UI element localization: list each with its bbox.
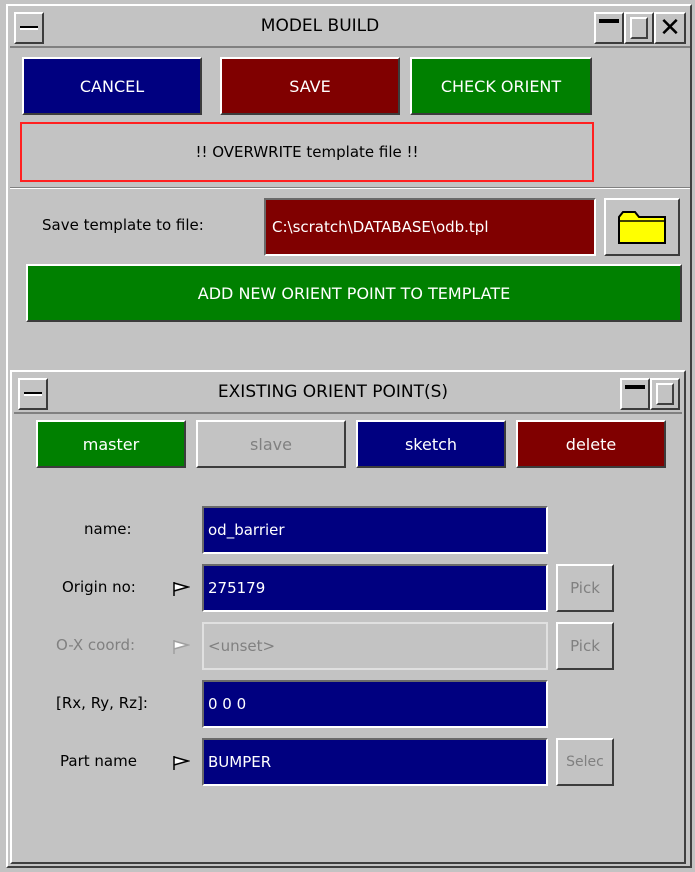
check-orient-button[interactable]: CHECK ORIENT: [410, 57, 592, 115]
close-icon: ✕: [659, 13, 681, 43]
window-title: MODEL BUILD: [260, 16, 380, 36]
overwrite-warning-text: !! OVERWRITE template file !!: [195, 143, 419, 161]
ox-flag-icon: [173, 640, 190, 654]
tab-sketch[interactable]: sketch: [356, 420, 506, 468]
folder-icon: [618, 211, 666, 244]
origin-pick-button[interactable]: Pick: [556, 564, 614, 612]
window-menu-icon: [20, 26, 38, 30]
sub-window-title: EXISTING ORIENT POINT(S): [217, 382, 449, 402]
minimize-icon: [599, 19, 619, 23]
overwrite-warning-frame: !! OVERWRITE template file !!: [20, 122, 594, 182]
tab-master[interactable]: master: [36, 420, 186, 468]
sub-window-menu-button[interactable]: [18, 378, 48, 410]
sub-maximize-button[interactable]: [650, 378, 680, 410]
sub-maximize-icon: [656, 383, 674, 405]
browse-folder-button[interactable]: [604, 198, 680, 256]
tab-delete[interactable]: delete: [516, 420, 666, 468]
rotation-field[interactable]: 0 0 0: [202, 680, 548, 728]
name-label: name:: [84, 520, 132, 538]
part-name-field[interactable]: BUMPER: [202, 738, 548, 786]
add-orient-point-button[interactable]: ADD NEW ORIENT POINT TO TEMPLATE: [26, 264, 682, 322]
sub-minimize-button[interactable]: [620, 378, 650, 410]
ox-pick-button[interactable]: Pick: [556, 622, 614, 670]
origin-label: Origin no:: [62, 578, 136, 596]
separator: [10, 187, 690, 189]
ox-coord-label: O-X coord:: [56, 636, 136, 654]
rotation-label: [Rx, Ry, Rz]:: [56, 694, 148, 712]
cancel-button[interactable]: CANCEL: [22, 57, 202, 115]
sub-title-bar[interactable]: EXISTING ORIENT POINT(S): [14, 374, 682, 414]
part-name-label: Part name: [60, 752, 137, 770]
part-flag-icon: [173, 756, 190, 770]
maximize-icon: [630, 17, 648, 39]
window-menu-button[interactable]: [14, 12, 44, 44]
save-template-label: Save template to file:: [42, 216, 204, 234]
part-select-button[interactable]: Selec: [556, 738, 614, 786]
name-field[interactable]: od_barrier: [202, 506, 548, 554]
save-path-field[interactable]: C:\scratch\DATABASE\odb.tpl: [264, 198, 596, 256]
ox-coord-field: <unset>: [202, 622, 548, 670]
sub-window-menu-icon: [24, 392, 42, 396]
sub-minimize-icon: [625, 385, 645, 389]
main-title-bar[interactable]: MODEL BUILD ✕: [10, 8, 690, 48]
maximize-button[interactable]: [624, 12, 654, 44]
origin-field[interactable]: 275179: [202, 564, 548, 612]
tab-slave[interactable]: slave: [196, 420, 346, 468]
origin-flag-icon: [173, 582, 190, 596]
minimize-button[interactable]: [594, 12, 624, 44]
close-button[interactable]: ✕: [654, 12, 686, 44]
save-button[interactable]: SAVE: [220, 57, 400, 115]
